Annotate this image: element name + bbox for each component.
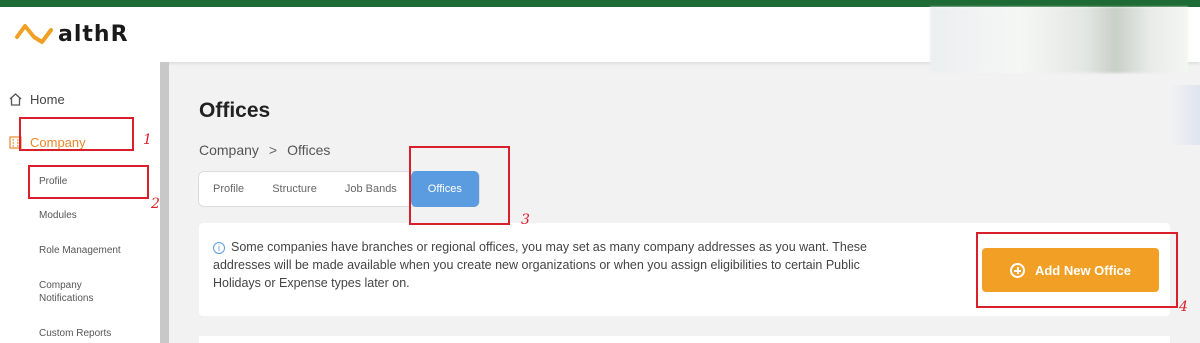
annotation-box-3 bbox=[409, 146, 510, 225]
offices-list-card bbox=[199, 336, 1170, 343]
sidebar-subitem-custom-reports[interactable]: Custom Reports bbox=[39, 327, 111, 340]
sidebar-subitem-role-management[interactable]: Role Management bbox=[39, 244, 121, 257]
logo[interactable]: althR bbox=[14, 21, 129, 47]
logo-text: althR bbox=[58, 21, 129, 47]
breadcrumb: Company > Offices bbox=[199, 142, 330, 158]
annotation-box-4 bbox=[976, 232, 1178, 308]
info-text: Some companies have branches or regional… bbox=[213, 240, 867, 290]
breadcrumb-parent[interactable]: Company bbox=[199, 142, 259, 158]
breadcrumb-current: Offices bbox=[287, 142, 331, 158]
sidebar-scrollbar[interactable] bbox=[160, 62, 169, 343]
top-accent-bar bbox=[0, 0, 1200, 7]
user-menu-blurred[interactable] bbox=[930, 7, 1188, 73]
home-icon bbox=[9, 93, 22, 106]
annotation-number-4: 4 bbox=[1179, 299, 1188, 315]
top-header: althR bbox=[0, 7, 1200, 73]
logo-mark-icon bbox=[15, 24, 53, 44]
page-title: Offices bbox=[199, 99, 271, 122]
info-icon: i bbox=[213, 242, 225, 254]
tab-structure[interactable]: Structure bbox=[258, 172, 331, 206]
annotation-number-2: 2 bbox=[151, 196, 160, 212]
breadcrumb-separator: > bbox=[268, 142, 278, 158]
annotation-number-1: 1 bbox=[143, 132, 152, 148]
blurred-side-widget bbox=[1170, 85, 1200, 145]
tab-profile[interactable]: Profile bbox=[199, 172, 258, 206]
annotation-number-3: 3 bbox=[521, 212, 530, 228]
annotation-box-1 bbox=[19, 117, 134, 151]
annotation-box-2 bbox=[28, 165, 149, 199]
sidebar-item-label: Home bbox=[30, 92, 65, 107]
sidebar-item-home[interactable]: Home bbox=[8, 92, 65, 107]
info-message: i Some companies have branches or regiona… bbox=[213, 238, 883, 292]
sidebar-subitem-modules[interactable]: Modules bbox=[39, 209, 77, 222]
tab-job-bands[interactable]: Job Bands bbox=[331, 172, 411, 206]
sidebar-subitem-company-notifications[interactable]: Company Notifications bbox=[39, 279, 109, 305]
